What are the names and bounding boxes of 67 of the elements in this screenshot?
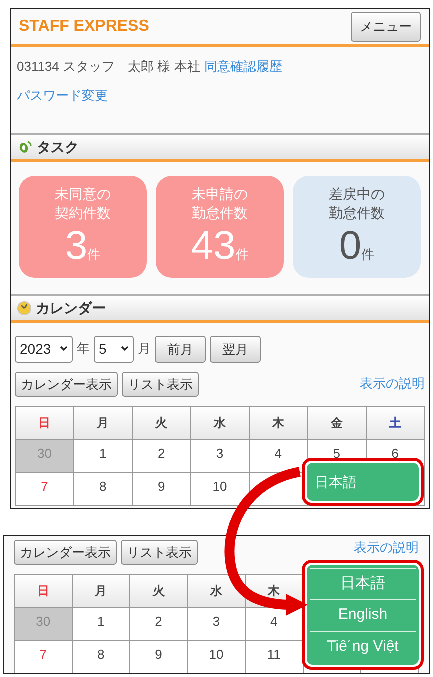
day-number: 7 [41, 479, 48, 494]
month-nav-button[interactable]: 前月 [155, 336, 206, 362]
year-label: 年 [77, 340, 90, 358]
chevron-down-icon [60, 346, 68, 352]
year-select[interactable]: 2023 [15, 336, 73, 362]
card-label: 差戻中の [329, 185, 385, 204]
day-number: 1 [97, 614, 105, 629]
weekday-header: 水 [190, 406, 250, 440]
day-number: 8 [97, 647, 105, 662]
card-label: 勤怠件数 [192, 204, 248, 223]
day-number: 5 [333, 446, 340, 461]
consent-history-link[interactable]: 同意確認履歴 [204, 57, 282, 76]
day-number: 3 [212, 614, 220, 629]
day-number: 4 [270, 614, 278, 629]
count-unit: 件 [236, 246, 249, 264]
day-number: 10 [212, 479, 228, 494]
display-help-link[interactable]: 表示の説明 [354, 540, 419, 555]
section-title: タスク [37, 138, 79, 156]
card-label: 契約件数 [55, 204, 111, 223]
view-toggle-button[interactable]: カレンダー表示 [15, 372, 118, 396]
weekday-header: 火 [132, 406, 191, 440]
day-number: 1 [100, 446, 107, 461]
day-number: 11 [267, 647, 281, 662]
card-label: 勤怠件数 [329, 204, 385, 223]
day-number: 9 [158, 479, 166, 494]
view-toggle-button[interactable]: リスト表示 [121, 540, 198, 565]
weekday-header: 木 [249, 406, 308, 440]
day-number: 10 [209, 647, 224, 662]
card-label: 未同意の [55, 185, 111, 204]
clock-icon [17, 300, 32, 316]
day-number: 9 [155, 647, 162, 662]
menu-button[interactable]: メニュー [351, 12, 421, 42]
day-number: 7 [40, 647, 47, 662]
weekday-header: 金 [308, 406, 366, 440]
weekday-header: 月 [74, 406, 132, 440]
view-toggle-button[interactable]: リスト表示 [122, 372, 199, 396]
weekday-header: 火 [130, 574, 188, 608]
weekday-header: 日 [16, 406, 74, 440]
month-label: 月 [138, 340, 151, 358]
month-nav-button[interactable]: 翌月 [210, 336, 261, 362]
day-number: 2 [155, 614, 162, 629]
chevron-down-icon [121, 346, 129, 352]
card-count: 0 [339, 225, 362, 267]
section-title: カレンダー [36, 298, 106, 318]
display-help-link[interactable]: 表示の説明 [360, 374, 425, 394]
weekday-header: 月 [72, 574, 130, 608]
day-number: 8 [100, 479, 107, 494]
card-label: 未申請の [192, 185, 248, 204]
day-number: 30 [36, 614, 51, 629]
count-unit: 件 [88, 246, 101, 264]
day-number: 4 [274, 446, 282, 461]
task-card[interactable]: 差戻中の 勤怠件数 0件 [293, 176, 421, 278]
day-number: 6 [392, 446, 399, 461]
weekday-header: 土 [366, 406, 424, 440]
task-icon [17, 139, 33, 155]
view-toggle-button[interactable]: カレンダー表示 [14, 540, 117, 565]
month-select[interactable]: 5 [94, 336, 134, 362]
day-number: 30 [37, 446, 52, 461]
card-count: 43 [191, 225, 236, 267]
count-unit: 件 [362, 246, 375, 264]
app-logo: STAFF EXPRESS [19, 16, 150, 36]
password-change-link[interactable]: パスワード変更 [17, 86, 108, 105]
user-info: 031134 スタッフ 太郎 様 本社 [17, 58, 200, 76]
day-number: 2 [158, 446, 166, 461]
card-count: 3 [65, 225, 88, 267]
day-number: 3 [216, 446, 224, 461]
weekday-header: 日 [14, 574, 72, 608]
